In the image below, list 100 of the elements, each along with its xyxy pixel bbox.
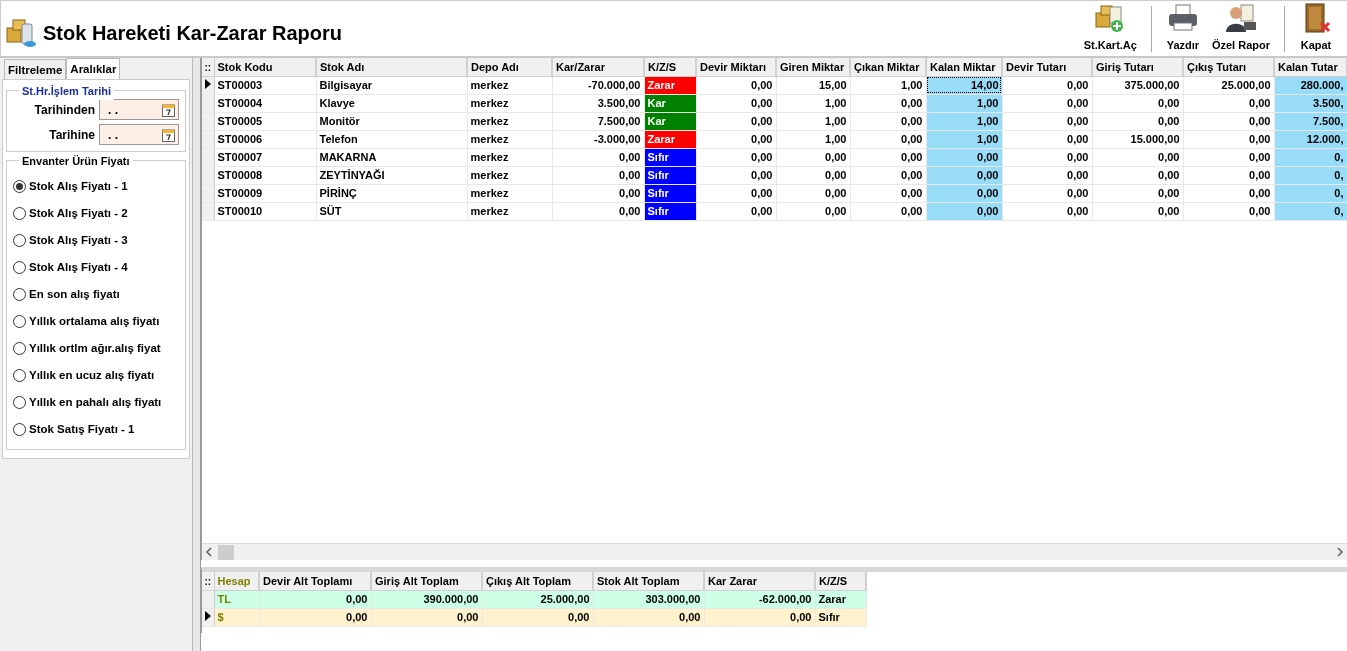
column-header[interactable]: Kalan Tutar	[1274, 58, 1347, 76]
table-cell: 0,00	[1002, 76, 1092, 94]
column-header[interactable]: Giren Miktar	[776, 58, 850, 76]
table-cell: 3.500,00	[552, 94, 644, 112]
grid-corner[interactable]: ::	[202, 572, 214, 590]
table-cell: 0,00	[850, 130, 926, 148]
table-cell: 0,00	[552, 148, 644, 166]
table-cell: ST00009	[214, 184, 316, 202]
table-cell: 15,00	[776, 76, 850, 94]
group-title: Envanter Ürün Fiyatı	[19, 153, 133, 170]
column-header[interactable]: Kar/Zarar	[552, 58, 644, 76]
table-cell: 0,00	[1092, 94, 1183, 112]
radio-option[interactable]: Stok Alış Fiyatı - 2	[13, 200, 179, 227]
radio-option[interactable]: Yıllık en pahalı alış fiyatı	[13, 389, 179, 416]
table-cell: 0,00	[259, 590, 371, 608]
table-cell: 0,00	[776, 184, 850, 202]
column-header[interactable]: Devir Tutarı	[1002, 58, 1092, 76]
calendar-icon[interactable]	[162, 102, 175, 117]
table-cell: 0,00	[850, 148, 926, 166]
table-cell: 0,00	[850, 184, 926, 202]
calendar-icon[interactable]	[162, 127, 175, 142]
table-cell: 0,00	[1092, 202, 1183, 220]
toolbar-button[interactable]: Yazdır	[1159, 3, 1206, 54]
column-header[interactable]: Çıkış Tutarı	[1183, 58, 1274, 76]
radio-option[interactable]: Yıllık ortlm ağır.alış fiyat	[13, 335, 179, 362]
table-cell: SÜT	[316, 202, 467, 220]
table-cell: 0,00	[696, 166, 776, 184]
table-cell: ST00003	[214, 76, 316, 94]
table-cell: 0,00	[1002, 148, 1092, 166]
radio-option[interactable]: Stok Satış Fiyatı - 1	[13, 416, 179, 443]
column-header[interactable]: Çıkan Miktar	[850, 58, 926, 76]
table-cell: ST00008	[214, 166, 316, 184]
table-cell: 0,00	[776, 202, 850, 220]
table-cell: 0,00	[259, 608, 371, 626]
date-field[interactable]: . .	[99, 99, 179, 120]
table-cell: ST00005	[214, 112, 316, 130]
tab[interactable]: Filtreleme	[4, 58, 67, 79]
radio-option[interactable]: Yıllık ortalama alış fiyatı	[13, 308, 179, 335]
table-cell: merkez	[467, 148, 552, 166]
column-header[interactable]: K/Z/S	[644, 58, 696, 76]
table-cell: $	[214, 608, 259, 626]
table-cell: -62.000,00	[704, 590, 815, 608]
table-cell: Telefon	[316, 130, 467, 148]
table-cell: ST00007	[214, 148, 316, 166]
column-header[interactable]: Giriş Tutarı	[1092, 58, 1183, 76]
window-title: Stok Hareketi Kar-Zarar Raporu	[43, 20, 342, 46]
toolbar-button[interactable]: Kapat	[1293, 3, 1339, 54]
table-cell: 15.000,00	[1092, 130, 1183, 148]
table-cell: 390.000,00	[371, 590, 482, 608]
table-cell: merkez	[467, 94, 552, 112]
radio-option[interactable]: Stok Alış Fiyatı - 1	[13, 173, 179, 200]
table-cell: 0,00	[371, 608, 482, 626]
column-header[interactable]: Devir Miktarı	[696, 58, 776, 76]
table-cell: 0,00	[704, 608, 815, 626]
radio-option[interactable]: Stok Alış Fiyatı - 4	[13, 254, 179, 281]
column-header[interactable]: Giriş Alt Toplam	[371, 572, 482, 590]
scroll-thumb[interactable]	[218, 544, 234, 560]
table-cell: 0,00	[850, 166, 926, 184]
table-cell: 0,00	[696, 130, 776, 148]
table-cell: 0,00	[1183, 166, 1274, 184]
table-cell: 1,00	[776, 112, 850, 130]
table-cell: merkez	[467, 112, 552, 130]
table-cell: 0,00	[696, 202, 776, 220]
table-cell: Klavye	[316, 94, 467, 112]
column-header[interactable]: Depo Adı	[467, 58, 552, 76]
column-header[interactable]: Çıkış Alt Toplam	[482, 572, 593, 590]
table-cell: 0,00	[776, 166, 850, 184]
table-cell: 0,00	[696, 184, 776, 202]
radio-option[interactable]: Stok Alış Fiyatı - 3	[13, 227, 179, 254]
table-cell: 0,00	[1183, 202, 1274, 220]
column-header[interactable]: Stok Alt Toplam	[593, 572, 704, 590]
table-cell: 0,00	[1183, 94, 1274, 112]
table-cell: 0,00	[1002, 202, 1092, 220]
table-cell: Monitör	[316, 112, 467, 130]
toolbar-button[interactable]: Özel Rapor	[1205, 3, 1276, 54]
column-header[interactable]: Stok Adı	[316, 58, 467, 76]
table-cell: 0,00	[850, 202, 926, 220]
table-cell: ST00006	[214, 130, 316, 148]
column-header[interactable]: Kar Zarar	[704, 572, 815, 590]
table-cell: 0,00	[696, 112, 776, 130]
column-header[interactable]: Devir Alt Toplamı	[259, 572, 371, 590]
radio-option[interactable]: Yıllık en ucuz alış fiyatı	[13, 362, 179, 389]
table-cell: 0,00	[482, 608, 593, 626]
radio-option[interactable]: En son alış fiyatı	[13, 281, 179, 308]
table-cell: 0,00	[696, 76, 776, 94]
toolbar-button[interactable]: St.Kart.Aç	[1077, 3, 1143, 54]
column-header[interactable]: Hesap	[214, 572, 259, 590]
column-header[interactable]: Stok Kodu	[214, 58, 316, 76]
table-cell: 0,00	[552, 166, 644, 184]
table-cell: 0,00	[1002, 184, 1092, 202]
date-field[interactable]: . .	[99, 124, 179, 145]
table-cell: 0,00	[696, 94, 776, 112]
table-cell: 0,00	[1002, 166, 1092, 184]
grid-corner[interactable]: ::	[202, 58, 214, 76]
column-header[interactable]: Kalan Miktar	[926, 58, 1002, 76]
column-header[interactable]: K/Z/S	[815, 572, 866, 590]
tab[interactable]: Aralıklar	[66, 58, 121, 79]
table-cell: 0,00	[1183, 148, 1274, 166]
horizontal-scrollbar[interactable]	[202, 543, 1347, 560]
table-cell: 0,00	[1002, 130, 1092, 148]
